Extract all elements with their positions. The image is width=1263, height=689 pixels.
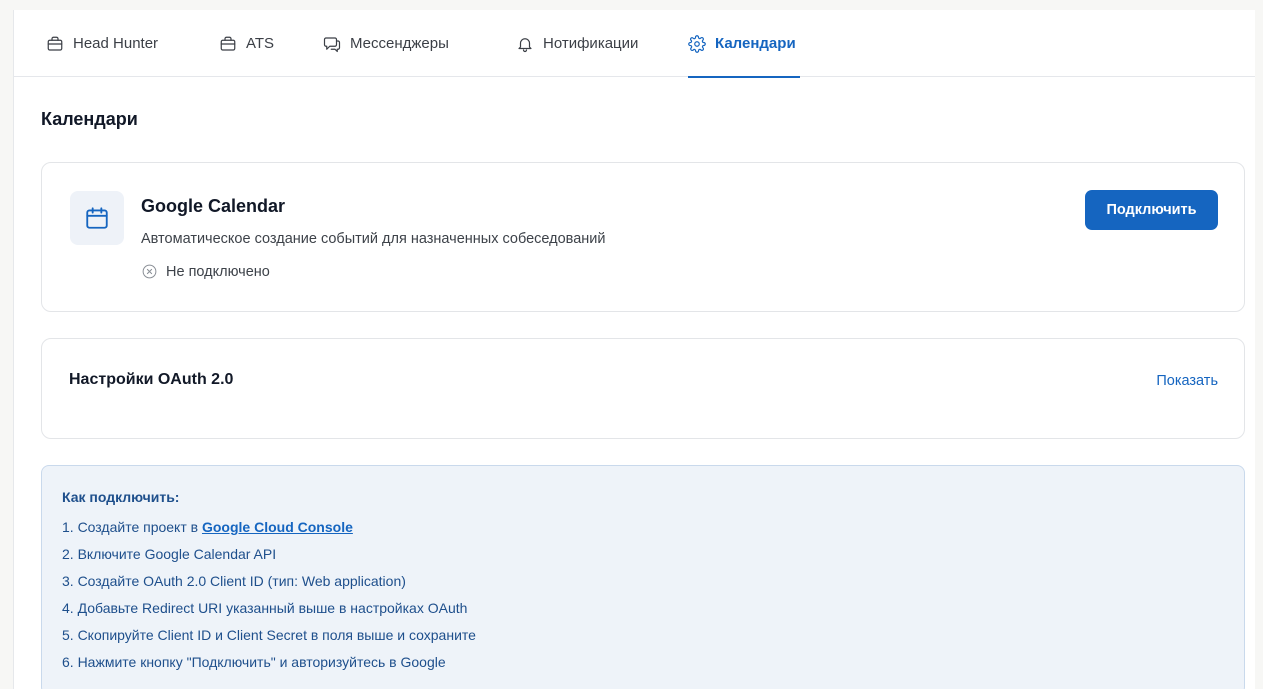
tab-label: ATS <box>246 35 275 52</box>
list-item: 3. Создайте OAuth 2.0 Client ID (тип: We… <box>62 573 406 589</box>
x-circle-icon <box>142 264 157 279</box>
tab-ats[interactable]: ATS <box>219 10 274 77</box>
bell-icon <box>518 37 532 52</box>
list-item: 4. Добавьте Redirect URI указанный выше … <box>62 600 468 616</box>
google-calendar-card: Google Calendar Автоматическое создание … <box>41 162 1245 312</box>
briefcase-icon <box>220 36 236 51</box>
tab-label: Head Hunter <box>73 35 159 52</box>
tab-label: Мессенджеры <box>350 35 449 52</box>
calendar-icon-tile <box>70 191 124 245</box>
gear-icon <box>688 34 706 53</box>
tab-label: Нотификации <box>543 35 639 52</box>
tab-messengers[interactable]: Мессенджеры <box>323 10 449 77</box>
list-item: 2. Включите Google Calendar API <box>62 546 277 562</box>
google-calendar-description: Автоматическое создание событий для назн… <box>141 231 606 247</box>
google-cloud-console-link[interactable]: Google Cloud Console <box>202 519 353 535</box>
list-item: 5. Скопируйте Client ID и Client Secret … <box>62 627 476 643</box>
list-item: 1. Создайте проект в Google Cloud Consol… <box>62 517 476 544</box>
oauth-settings-title: Настройки OAuth 2.0 <box>69 371 234 388</box>
integration-tabs: Head Hunter ATS Мессенджеры Нотификации … <box>14 10 1255 78</box>
google-calendar-title: Google Calendar <box>141 196 286 216</box>
show-oauth-settings-link[interactable]: Показать <box>1156 373 1218 389</box>
connection-status: Не подключено <box>141 263 270 280</box>
how-to-connect-steps: 1. Создайте проект в Google Cloud Consol… <box>62 517 476 679</box>
tab-head-hunter[interactable]: Head Hunter <box>46 10 158 77</box>
how-to-connect-title: Как подключить: <box>62 489 180 505</box>
page-title: Календари <box>41 109 138 129</box>
tab-calendars[interactable]: Календари <box>688 10 800 78</box>
list-item: 6. Нажмите кнопку "Подключить" и авториз… <box>62 654 446 670</box>
connection-status-text: Не подключено <box>166 263 270 280</box>
connect-button[interactable]: Подключить <box>1085 190 1218 230</box>
tab-label: Календари <box>715 35 796 52</box>
tab-notifications[interactable]: Нотификации <box>516 10 638 77</box>
oauth-settings-card: Настройки OAuth 2.0 Показать <box>41 338 1245 439</box>
briefcase-icon <box>47 36 63 51</box>
step-text: 1. Создайте проект в <box>62 519 202 535</box>
how-to-connect-box: Как подключить: 1. Создайте проект в Goo… <box>41 465 1245 689</box>
settings-panel: Head Hunter ATS Мессенджеры Нотификации … <box>13 10 1255 689</box>
calendar-icon <box>86 207 108 229</box>
chat-bubbles-icon <box>323 36 341 52</box>
